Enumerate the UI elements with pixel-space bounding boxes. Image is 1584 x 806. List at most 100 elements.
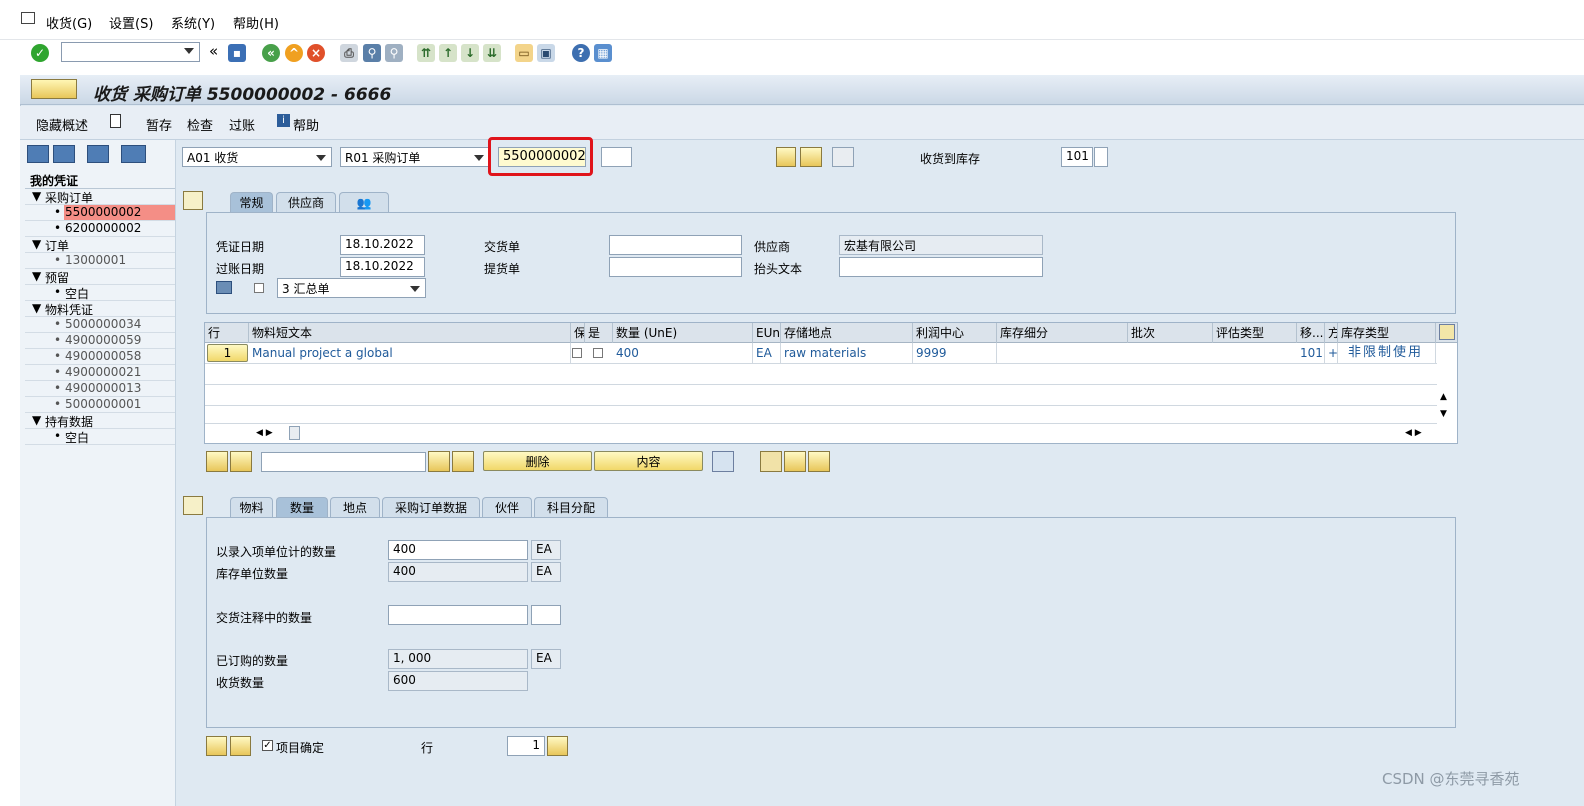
movement-type-ext-input[interactable] <box>1094 147 1108 167</box>
next-page-icon[interactable]: ↓ <box>461 44 479 62</box>
customize-layout-icon[interactable]: ▦ <box>594 44 612 62</box>
new-document-icon[interactable] <box>110 114 121 128</box>
menu-system[interactable]: 系统(Y) <box>171 13 215 32</box>
print-icon[interactable]: ⎙ <box>340 44 358 62</box>
entry-qty-input[interactable]: 400 <box>388 540 528 560</box>
toggle-header-icon[interactable] <box>183 191 203 210</box>
cell-short-text[interactable]: Manual project a global <box>249 343 571 363</box>
new-session-icon[interactable]: ▭ <box>515 44 533 62</box>
table-row[interactable] <box>205 406 1437 424</box>
command-field[interactable] <box>61 42 200 62</box>
execute-icon[interactable] <box>776 147 796 167</box>
sort-desc-icon[interactable] <box>230 451 252 472</box>
delete-button[interactable]: 删除 <box>483 451 592 471</box>
cell-unit[interactable]: EA <box>753 343 781 363</box>
tree-item-po-1[interactable]: • 5500000002 <box>25 205 175 221</box>
col-short-text[interactable]: 物料短文本 <box>249 323 571 343</box>
print-checkbox[interactable] <box>254 283 264 293</box>
enter-check-icon[interactable]: ✓ <box>31 44 49 62</box>
cell-stock-type[interactable]: 非限制使用 <box>1345 343 1436 363</box>
tree-node-reservations[interactable]: ▼ 预留 <box>25 269 175 285</box>
cell-storage-location[interactable]: raw materials <box>781 343 913 363</box>
line-input[interactable]: 1 <box>507 736 545 756</box>
scroll-right-icon[interactable]: ◀ ▶ <box>1405 428 1422 438</box>
action-select[interactable]: A01 收货 <box>182 147 332 167</box>
tab-account-assignment[interactable]: 科目分配 <box>534 497 608 517</box>
menu-goods-receipt[interactable]: 收货(G) <box>46 13 92 32</box>
last-page-icon[interactable]: ⇊ <box>483 44 501 62</box>
table-row[interactable] <box>205 385 1437 406</box>
tree-node-held-data[interactable]: ▼ 持有数据 <box>25 413 175 429</box>
back-icon[interactable]: « <box>262 44 280 62</box>
tree-item-matdoc-1[interactable]: • 5000000034 <box>25 317 175 333</box>
cell-movement[interactable]: 101 <box>1297 343 1325 363</box>
tab-partners-icon[interactable]: 👥 <box>339 192 389 212</box>
row-line-button[interactable]: 1 <box>207 344 248 362</box>
header-text-input[interactable] <box>839 257 1043 277</box>
fullscreen-icon[interactable] <box>712 451 734 472</box>
item-ok-checkbox[interactable]: ✓ <box>262 740 273 751</box>
bill-of-lading-input[interactable] <box>609 257 742 277</box>
movement-type-input[interactable]: 101 <box>1061 147 1093 167</box>
post-button[interactable]: 过账 <box>229 115 255 134</box>
menu-settings[interactable]: 设置(S) <box>109 13 153 32</box>
tree-item-matdoc-6[interactable]: • 5000000001 <box>25 397 175 413</box>
tab-po-data[interactable]: 采购订单数据 <box>382 497 480 517</box>
next-item-icon[interactable] <box>230 736 251 756</box>
exit-icon[interactable]: ^ <box>285 44 303 62</box>
first-page-icon[interactable]: ⇈ <box>417 44 435 62</box>
collapse-all-icon[interactable] <box>53 145 75 163</box>
po-number-input[interactable]: 5500000002 <box>498 147 586 167</box>
insert-row-icon[interactable] <box>784 451 806 472</box>
tree-item-matdoc-3[interactable]: • 4900000058 <box>25 349 175 365</box>
sort-asc-icon[interactable] <box>206 451 228 472</box>
col-valuation-type[interactable]: 评估类型 <box>1213 323 1297 343</box>
cancel-icon[interactable]: × <box>307 44 325 62</box>
toggle-detail-icon[interactable] <box>183 496 203 515</box>
table-row[interactable] <box>205 364 1437 385</box>
tree-item-po-2[interactable]: • 6200000002 <box>25 221 175 237</box>
tree-item-order-1[interactable]: • 13000001 <box>25 253 175 269</box>
col-movement[interactable]: 移... <box>1297 323 1325 343</box>
check-button[interactable]: 检查 <box>187 115 213 134</box>
scroll-up-icon[interactable]: ▲ <box>1440 392 1447 402</box>
tree-node-orders[interactable]: ▼ 订单 <box>25 237 175 253</box>
copy-icon[interactable] <box>760 451 782 472</box>
tab-partner[interactable]: 伙伴 <box>482 497 532 517</box>
command-dropdown-icon[interactable] <box>184 48 194 54</box>
tab-quantity[interactable]: 数量 <box>276 497 328 517</box>
tree-item-matdoc-2[interactable]: • 4900000059 <box>25 333 175 349</box>
help-button[interactable]: 帮助 <box>293 115 319 134</box>
tree-item-matdoc-5[interactable]: • 4900000013 <box>25 381 175 397</box>
col-stock-segment[interactable]: 库存细分 <box>997 323 1128 343</box>
settings-grid-icon[interactable] <box>832 147 854 167</box>
cell-quantity[interactable]: 400 <box>613 343 753 363</box>
col-storage-location[interactable]: 存储地点 <box>781 323 913 343</box>
menu-help[interactable]: 帮助(H) <box>233 13 279 32</box>
delete-icon[interactable] <box>87 145 109 163</box>
shortcut-icon[interactable]: ▣ <box>537 44 555 62</box>
cell-ok-checkbox[interactable] <box>593 348 603 358</box>
col-batch[interactable]: 批次 <box>1128 323 1213 343</box>
previous-page-icon[interactable]: ↑ <box>439 44 457 62</box>
tree-node-purchase-orders[interactable]: ▼ 采购订单 <box>25 189 175 205</box>
post-date-input[interactable]: 18.10.2022 <box>340 257 425 277</box>
content-button[interactable]: 内容 <box>594 451 703 471</box>
scroll-down-icon[interactable]: ▼ <box>1440 409 1447 419</box>
find-icon[interactable]: ⚲ <box>363 44 381 62</box>
find-next-icon[interactable] <box>452 451 474 472</box>
col-line[interactable]: 行 <box>205 323 249 343</box>
save-icon[interactable]: ▪ <box>228 44 246 62</box>
scroll-left-icon[interactable]: ◀ ▶ <box>256 428 273 438</box>
cell-direction[interactable]: + <box>1325 343 1338 363</box>
help-icon[interactable]: ? <box>572 44 590 62</box>
col-unit[interactable]: EUn <box>753 323 781 343</box>
horizontal-scroll-thumb[interactable] <box>289 426 300 440</box>
delivery-note-input[interactable] <box>609 235 742 255</box>
tree-item-reservation-1[interactable]: • 空白 <box>25 285 175 301</box>
tree-node-material-docs[interactable]: ▼ 物料凭证 <box>25 301 175 317</box>
expand-all-icon[interactable] <box>27 145 49 163</box>
tree-item-matdoc-4[interactable]: • 4900000021 <box>25 365 175 381</box>
tree-item-held-1[interactable]: • 空白 <box>25 429 175 445</box>
tab-general[interactable]: 常规 <box>230 192 273 212</box>
